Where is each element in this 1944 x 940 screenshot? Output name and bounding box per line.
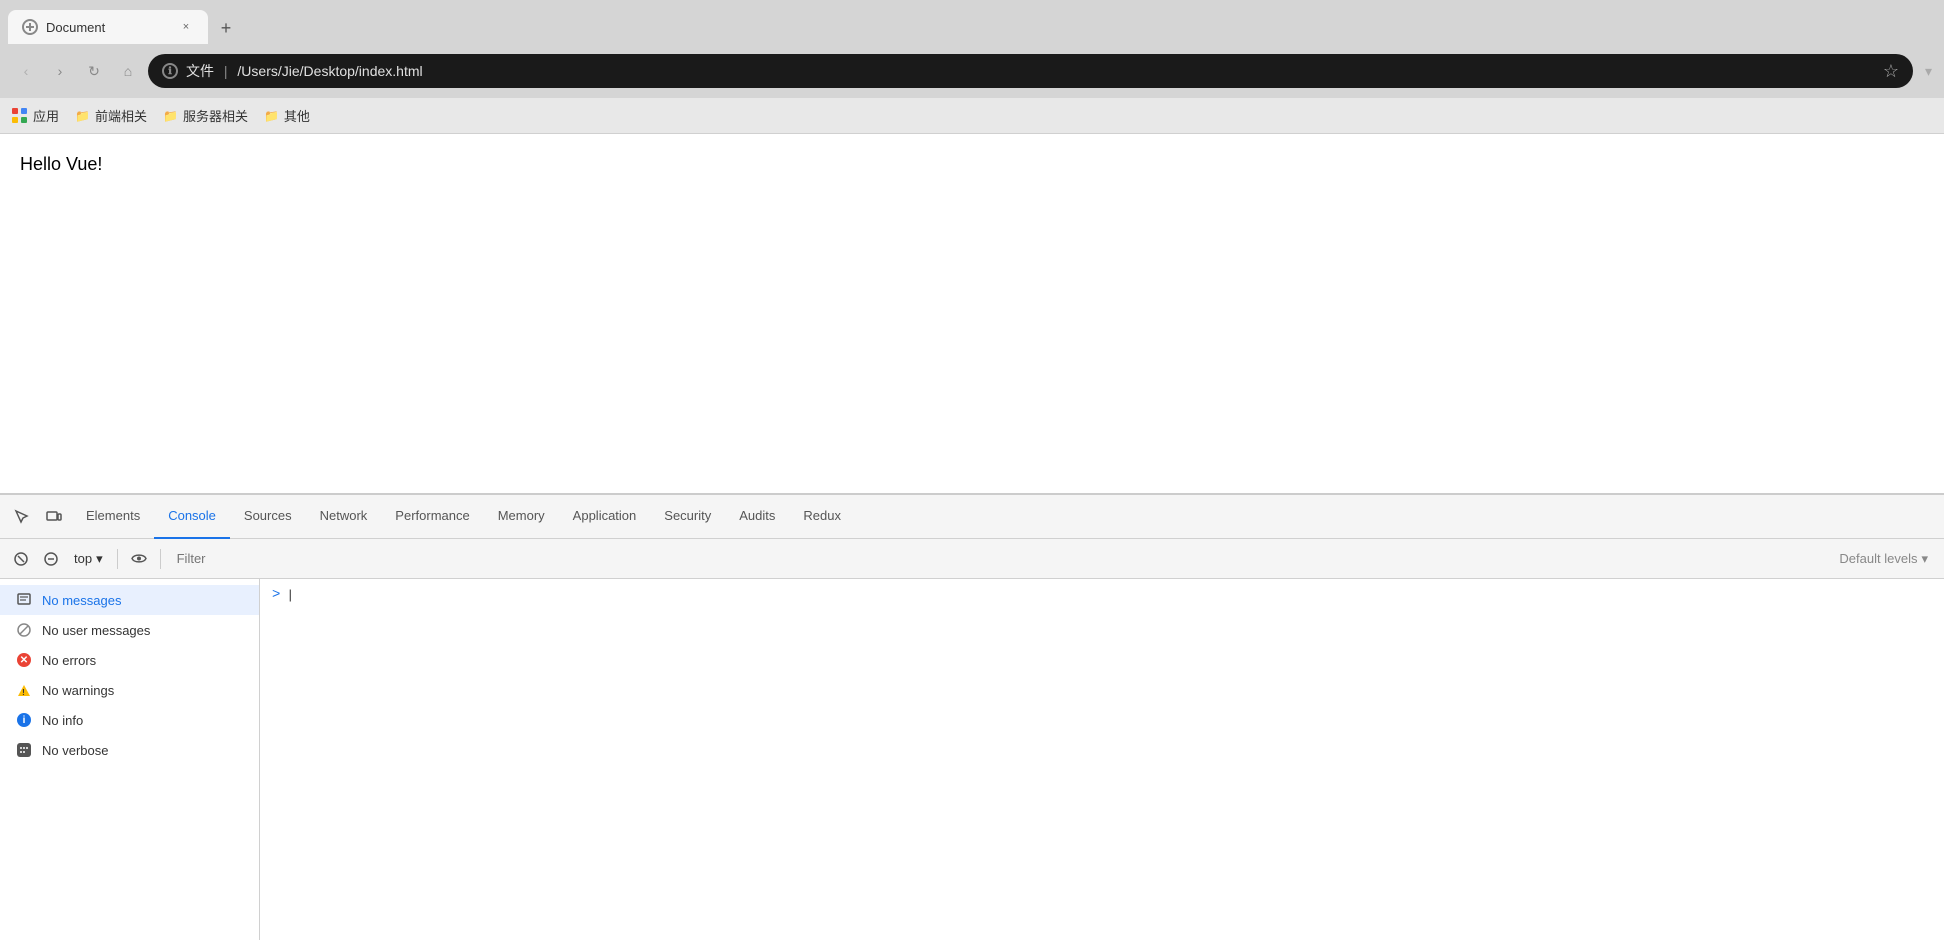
tab-console[interactable]: Console: [154, 495, 230, 539]
apps-grid-icon: [12, 108, 28, 124]
context-value: top: [74, 551, 92, 566]
preserve-log-button[interactable]: [38, 546, 64, 572]
console-prompt-line: > |: [272, 587, 1932, 603]
bookmark-apps-label: 应用: [33, 106, 59, 125]
browser-chrome: Document × + ‹ › ↻ ⌂ ℹ 文件 | /Users/Jie/D…: [0, 0, 1944, 134]
browser-tab-active[interactable]: Document ×: [8, 10, 208, 44]
eye-button[interactable]: [126, 546, 152, 572]
toolbar-divider: [117, 549, 118, 569]
forward-button[interactable]: ›: [46, 57, 74, 85]
console-toolbar: top ▾ Default levels ▾: [0, 539, 1944, 579]
folder-icon-1: 📁: [75, 109, 90, 123]
bookmark-other[interactable]: 📁 其他: [264, 106, 310, 125]
bookmark-star-button[interactable]: ☆: [1883, 61, 1899, 82]
tab-performance[interactable]: Performance: [381, 495, 483, 539]
bookmark-frontend[interactable]: 📁 前端相关: [75, 106, 147, 125]
bookmark-apps[interactable]: 应用: [12, 106, 59, 125]
new-tab-button[interactable]: +: [212, 14, 240, 42]
console-sidebar: No messages No user messages ✕ No errors: [0, 579, 260, 940]
navigation-bar: ‹ › ↻ ⌂ ℹ 文件 | /Users/Jie/Desktop/index.…: [0, 44, 1944, 98]
grid-dot-2: [21, 108, 27, 114]
context-dropdown-icon: ▾: [96, 551, 103, 567]
sidebar-item-messages[interactable]: No messages: [0, 585, 259, 615]
sidebar-item-warnings[interactable]: ! No warnings: [0, 675, 259, 705]
bookmark-other-label: 其他: [284, 106, 310, 125]
verbose-icon: [16, 742, 32, 758]
devtools-panel: Elements Console Sources Network Perform…: [0, 494, 1944, 940]
toolbar-divider-2: [160, 549, 161, 569]
levels-dropdown-icon: ▾: [1921, 551, 1928, 567]
console-cursor: |: [286, 588, 294, 603]
clear-console-button[interactable]: [8, 546, 34, 572]
tab-application[interactable]: Application: [559, 495, 651, 539]
tab-elements[interactable]: Elements: [72, 495, 154, 539]
sidebar-item-errors[interactable]: ✕ No errors: [0, 645, 259, 675]
svg-text:!: !: [22, 688, 25, 697]
context-selector[interactable]: top ▾: [68, 549, 109, 569]
sidebar-info-label: No info: [42, 713, 83, 728]
info-icon: i: [16, 712, 32, 728]
tab-network[interactable]: Network: [306, 495, 382, 539]
sidebar-user-label: No user messages: [42, 623, 150, 638]
tab-memory[interactable]: Memory: [484, 495, 559, 539]
folder-icon-2: 📁: [163, 109, 178, 123]
console-output[interactable]: > |: [260, 579, 1944, 940]
address-text: 文件 | /Users/Jie/Desktop/index.html: [186, 61, 1875, 81]
user-ban-icon: [16, 622, 32, 638]
tab-title: Document: [46, 20, 170, 35]
bookmarks-bar: 应用 📁 前端相关 📁 服务器相关 📁 其他: [0, 98, 1944, 134]
tab-security[interactable]: Security: [650, 495, 725, 539]
error-icon: ✕: [16, 652, 32, 668]
grid-dot-4: [21, 117, 27, 123]
device-toolbar-button[interactable]: [40, 503, 68, 531]
inspect-element-button[interactable]: [8, 503, 36, 531]
bookmark-server[interactable]: 📁 服务器相关: [163, 106, 248, 125]
tab-redux[interactable]: Redux: [789, 495, 855, 539]
back-button[interactable]: ‹: [12, 57, 40, 85]
bookmark-server-label: 服务器相关: [183, 106, 248, 125]
sidebar-item-verbose[interactable]: No verbose: [0, 735, 259, 765]
sidebar-errors-label: No errors: [42, 653, 96, 668]
folder-icon-3: 📁: [264, 109, 279, 123]
messages-icon: [16, 592, 32, 608]
grid-dot-1: [12, 108, 18, 114]
grid-dot-3: [12, 117, 18, 123]
page-hello-text: Hello Vue!: [20, 154, 102, 174]
sidebar-item-info[interactable]: i No info: [0, 705, 259, 735]
sidebar-warnings-label: No warnings: [42, 683, 114, 698]
warning-icon: !: [16, 682, 32, 698]
sidebar-item-user[interactable]: No user messages: [0, 615, 259, 645]
log-levels-button[interactable]: Default levels ▾: [1831, 547, 1936, 571]
console-prompt-symbol: >: [272, 587, 280, 603]
tab-audits[interactable]: Audits: [725, 495, 789, 539]
address-info-icon: ℹ: [162, 63, 178, 79]
tab-bar: Document × +: [0, 0, 1944, 44]
levels-label: Default levels: [1839, 551, 1917, 566]
devtools-tab-bar: Elements Console Sources Network Perform…: [0, 495, 1944, 539]
address-bar[interactable]: ℹ 文件 | /Users/Jie/Desktop/index.html ☆: [148, 54, 1913, 88]
tab-favicon: [22, 19, 38, 35]
home-button[interactable]: ⌂: [114, 57, 142, 85]
filter-input[interactable]: [169, 551, 1828, 566]
devtools-body: No messages No user messages ✕ No errors: [0, 579, 1944, 940]
sidebar-messages-label: No messages: [42, 593, 121, 608]
browser-menu-button[interactable]: ▾: [1925, 63, 1932, 80]
tab-close-button[interactable]: ×: [178, 19, 194, 35]
reload-button[interactable]: ↻: [80, 57, 108, 85]
page-content: Hello Vue!: [0, 134, 1944, 494]
sidebar-verbose-label: No verbose: [42, 743, 108, 758]
bookmark-frontend-label: 前端相关: [95, 106, 147, 125]
tab-sources[interactable]: Sources: [230, 495, 306, 539]
